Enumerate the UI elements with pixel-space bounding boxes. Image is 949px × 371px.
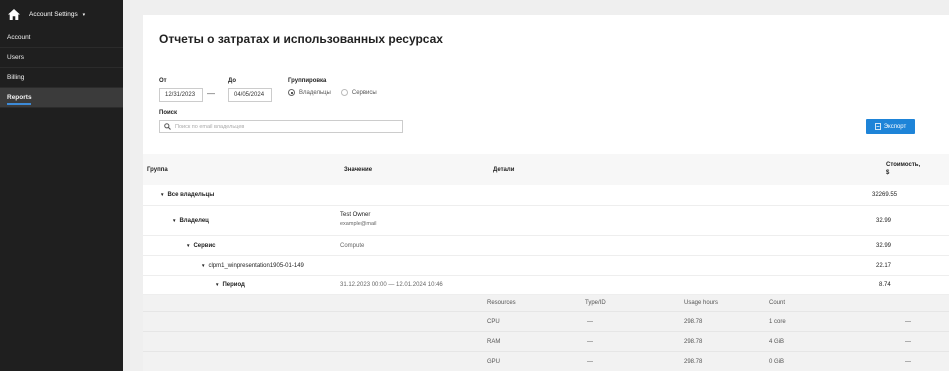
row-cost: 32.99 — [876, 243, 892, 249]
export-icon — [874, 123, 881, 130]
detail-type: — — [587, 319, 593, 325]
row-group: ▼ Сервис — [186, 243, 216, 249]
to-label: До — [228, 78, 237, 84]
row-group-label: Сервис — [193, 243, 216, 249]
row-group-label: clpm1_winpresentation1905-01-149 — [208, 263, 304, 269]
row-group: ▼ clpm1_winpresentation1905-01-149 — [201, 263, 304, 269]
chevron-down-icon: ▾ — [82, 11, 86, 18]
home-icon[interactable] — [8, 8, 20, 20]
row-cost: 22.17 — [876, 263, 892, 269]
row-group-label: Период — [222, 282, 245, 288]
from-label: От — [159, 78, 167, 84]
chevron-down-icon[interactable]: ▼ — [160, 192, 164, 197]
chevron-down-icon[interactable]: ▼ — [172, 218, 176, 223]
search-placeholder: Поиск по email владельцев — [175, 123, 245, 130]
radio-owners-label: Владельцы — [299, 89, 331, 96]
table-row[interactable]: ▼ Период 31.12.2023 00:00 — 12.01.2024 10… — [143, 276, 949, 295]
table-row[interactable]: ▼ Все владельцы 32269.55 — [143, 185, 949, 206]
sidebar-item-reports[interactable]: Reports — [0, 88, 123, 108]
row-group: ▼ Период — [215, 282, 245, 288]
chevron-down-icon[interactable]: ▼ — [186, 243, 190, 248]
row-group: ▼ Владелец — [172, 218, 209, 224]
from-date-input[interactable]: 12/31/2023 — [159, 88, 203, 102]
sidebar-item-billing[interactable]: Billing — [0, 68, 123, 88]
detail-type: — — [587, 359, 593, 365]
detail-type: — — [587, 339, 593, 345]
detail-header-hours: Usage hours — [684, 300, 719, 306]
row-value: Test Owner — [340, 212, 371, 218]
sidebar-header[interactable]: Account Settings ▾ — [0, 0, 123, 28]
column-header-details[interactable]: Детали — [493, 167, 514, 173]
search-input[interactable]: Поиск по email владельцев — [159, 120, 403, 133]
detail-hours: 298.78 — [684, 319, 703, 325]
row-cost: 32.99 — [876, 218, 892, 224]
column-header-cost-unit: $ — [886, 170, 890, 176]
radio-services-label: Сервисы — [351, 89, 377, 96]
row-value: Compute — [340, 243, 365, 249]
sidebar-item-label: Billing — [7, 74, 25, 81]
table-row[interactable]: ▼ Сервис Compute 32.99 — [143, 236, 949, 256]
row-cost: 32269.55 — [872, 192, 898, 198]
sidebar-item-label: Users — [7, 54, 24, 61]
row-group: ▼ Все владельцы — [160, 192, 214, 198]
table-header: Группа Значение Детали Стоимость, $ — [143, 154, 949, 185]
detail-row: GPU — 298.78 0 GiB — — [143, 352, 949, 371]
row-group-label: Владелец — [179, 218, 209, 224]
sidebar-item-users[interactable]: Users — [0, 48, 123, 68]
export-button[interactable]: Экспорт — [866, 119, 915, 134]
row-value: 31.12.2023 00:00 — 12.01.2024 10:46 — [340, 282, 443, 288]
radio-owners[interactable] — [288, 89, 295, 96]
page-title: Отчеты о затратах и использованных ресур… — [159, 32, 443, 46]
detail-count: 4 GiB — [769, 339, 785, 345]
detail-header-resources: Resources — [487, 300, 516, 306]
detail-count: 1 core — [769, 319, 786, 325]
sidebar-item-label: Reports — [7, 94, 32, 101]
column-header-group[interactable]: Группа — [147, 167, 168, 173]
detail-row: CPU — 298.78 1 core — — [143, 312, 949, 332]
table-row[interactable]: ▼ clpm1_winpresentation1905-01-149 22.17 — [143, 256, 949, 276]
chevron-down-icon[interactable]: ▼ — [215, 282, 219, 287]
search-label: Поиск — [159, 110, 178, 116]
detail-hours: 298.78 — [684, 359, 703, 365]
detail-cost: — — [905, 339, 911, 345]
radio-services[interactable] — [340, 89, 348, 96]
detail-count: 0 GiB — [769, 359, 785, 365]
chevron-down-icon[interactable]: ▼ — [201, 263, 205, 268]
detail-hours: 298.78 — [684, 339, 703, 345]
row-value-email: example@mail — [340, 221, 377, 227]
date-range-dash: — — [207, 89, 215, 98]
sidebar: Account Settings ▾ Account Users Billing… — [0, 0, 123, 371]
detail-header-row: Resources Type/ID Usage hours Count — [143, 295, 949, 312]
account-settings-label: Account Settings — [29, 10, 78, 18]
detail-header-type: Type/ID — [585, 300, 606, 306]
detail-header-count: Count — [769, 300, 786, 306]
table-row[interactable]: ▼ Владелец Test Owner example@mail 32.99 — [143, 206, 949, 236]
detail-cost: — — [905, 359, 911, 365]
column-header-value[interactable]: Значение — [344, 167, 372, 173]
grouping-label: Группировка — [288, 78, 327, 84]
detail-cost: — — [905, 319, 911, 325]
sidebar-item-label: Account — [7, 34, 31, 41]
sidebar-item-account[interactable]: Account — [0, 28, 123, 48]
active-indicator — [7, 103, 31, 105]
row-group-label: Все владельцы — [167, 192, 215, 198]
account-settings-menu[interactable]: Account Settings ▾ — [29, 11, 85, 18]
to-date-input[interactable]: 04/05/2024 — [228, 88, 272, 102]
detail-resource: CPU — [487, 319, 500, 325]
detail-resource: RAM — [487, 339, 501, 345]
row-cost: 8.74 — [879, 282, 891, 288]
reports-card: Отчеты о затратах и использованных ресур… — [143, 15, 949, 371]
export-label: Экспорт — [883, 123, 907, 130]
column-header-cost-label: Стоимость, — [886, 162, 921, 168]
detail-row: RAM — 298.78 4 GiB — — [143, 332, 949, 352]
column-header-cost[interactable]: Стоимость, $ — [886, 162, 920, 176]
grouping-radio-group: Владельцы Сервисы — [288, 89, 377, 96]
resource-details: Resources Type/ID Usage hours Count CPU … — [143, 295, 949, 371]
detail-resource: GPU — [487, 359, 501, 365]
search-icon — [164, 123, 171, 130]
